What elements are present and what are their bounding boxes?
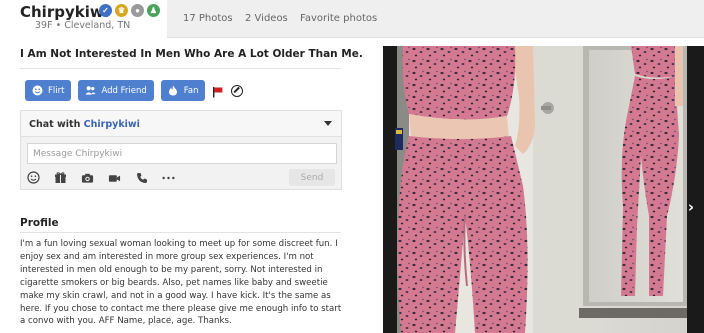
photo-image [383,46,704,333]
chat-username[interactable]: Chirpykiwi [84,119,140,130]
action-bar: Flirt Add Friend Fan [25,80,244,101]
flirt-button[interactable]: Flirt [25,80,72,101]
media-tabs: 17 Photos 2 Videos Favorite photos [167,0,704,38]
fan-label: Fan [183,85,199,96]
gift-icon[interactable] [54,171,67,184]
flame-icon [168,85,179,96]
username: Chirpykiwi [20,3,109,21]
chat-toolbar [27,171,175,184]
add-friend-button[interactable]: Add Friend [78,80,154,101]
chevron-right-icon[interactable]: › [688,198,694,216]
crown-icon: ♛ [115,4,128,17]
person-icon: ♟ [147,4,160,17]
age-location: 39F • Cleveland, TN [35,20,131,31]
profile-section-title: Profile [20,217,59,229]
add-friend-label: Add Friend [101,85,147,96]
chat-label: Chat with [29,119,81,130]
chat-title: Chat with Chirpykiwi [29,119,140,130]
more-icon[interactable] [162,171,175,184]
tab-photos[interactable]: 17 Photos [183,13,233,24]
verified-icon: ✓ [99,4,112,17]
smiley-icon[interactable] [27,171,40,184]
user-block: Chirpykiwi ✓ ♛ ● ♟ 39F • Cleveland, TN [0,0,167,38]
profile-headline: I Am Not Interested In Men Who Are A Lot… [20,48,363,60]
profile-header: Chirpykiwi ✓ ♛ ● ♟ 39F • Cleveland, TN 1… [0,0,704,38]
gray-badge-icon: ● [131,4,144,17]
send-button[interactable]: Send [289,169,335,186]
smiley-icon [32,85,43,96]
people-icon [85,85,96,96]
tab-favorite-photos[interactable]: Favorite photos [300,13,377,24]
chat-header[interactable]: Chat with Chirpykiwi [21,111,341,137]
badge-row: ✓ ♛ ● ♟ [99,4,160,17]
chat-box: Chat with Chirpykiwi Send [20,110,342,190]
message-input[interactable] [27,143,337,164]
divider [20,232,341,233]
block-icon[interactable] [231,84,244,97]
divider [20,68,341,69]
flirt-label: Flirt [48,85,65,96]
profile-description: I'm a fun loving sexual woman looking to… [20,239,342,327]
profile-photo[interactable]: › [383,46,704,333]
flag-icon[interactable] [212,85,224,97]
video-icon[interactable] [108,171,121,184]
camera-icon[interactable] [81,171,94,184]
tab-videos[interactable]: 2 Videos [245,13,288,24]
phone-icon[interactable] [135,171,148,184]
fan-button[interactable]: Fan [160,80,206,101]
chevron-down-icon[interactable] [324,121,332,126]
